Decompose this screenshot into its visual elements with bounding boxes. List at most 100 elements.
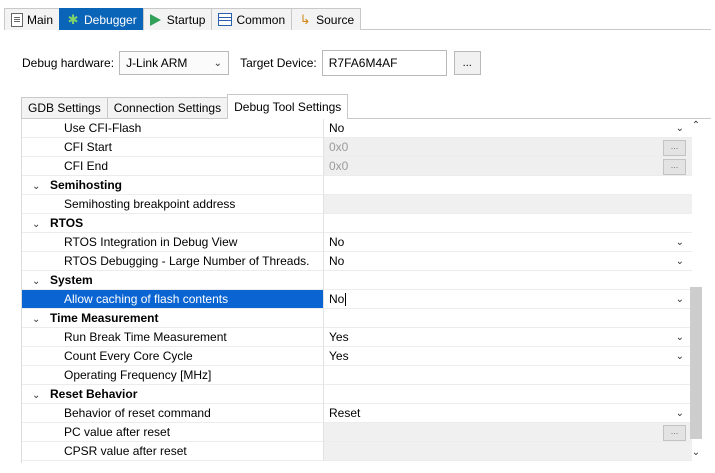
group-value-cell — [324, 385, 692, 404]
debug-hardware-row: Debug hardware: J-Link ARM ⌄ Target Devi… — [22, 50, 481, 76]
group-label: Semihosting — [50, 178, 123, 192]
scroll-up-icon[interactable]: ⌃ — [686, 120, 706, 134]
property-value[interactable] — [324, 442, 692, 461]
property-value-text: 0x0 — [329, 159, 349, 173]
startup-play-icon — [149, 13, 161, 26]
property-value[interactable]: No ⌄ — [324, 119, 692, 138]
tab-common[interactable]: Common — [211, 8, 292, 30]
property-value[interactable]: ... — [324, 423, 692, 442]
property-value-text: Reset — [329, 406, 361, 420]
chevron-down-icon[interactable]: ⌄ — [32, 310, 44, 327]
property-name: PC value after reset — [22, 423, 324, 442]
group-row[interactable]: ⌄ Reset Behavior — [22, 385, 692, 404]
property-value-text: No — [329, 121, 345, 135]
chevron-down-icon[interactable]: ⌄ — [676, 404, 684, 423]
group-label: RTOS — [50, 216, 84, 230]
property-name: Operating Frequency [MHz] — [22, 366, 324, 385]
property-value-text: No — [329, 254, 345, 268]
scroll-down-icon[interactable]: ⌄ — [686, 447, 706, 461]
chevron-down-icon[interactable]: ⌄ — [32, 177, 44, 194]
group-value-cell — [324, 176, 692, 195]
browse-button[interactable]: ... — [663, 425, 686, 441]
main-tab-icon — [11, 12, 23, 27]
property-value-text: No — [329, 235, 345, 249]
property-value[interactable] — [324, 366, 692, 385]
target-device-input[interactable] — [321, 50, 447, 76]
group-header: ⌄ Time Measurement — [22, 309, 324, 328]
chevron-down-icon[interactable]: ⌄ — [32, 215, 44, 232]
group-header: ⌄ RTOS — [22, 214, 324, 233]
group-row[interactable]: ⌄ RTOS — [22, 214, 692, 233]
property-row[interactable]: CFI Start 0x0... — [22, 138, 692, 157]
group-label: System — [50, 273, 93, 287]
launch-config-tabs: Main ✱ Debugger Startup Common ↳ Source — [4, 8, 711, 30]
group-row[interactable]: ⌄ Time Measurement — [22, 309, 692, 328]
property-value[interactable]: No ⌄ — [324, 252, 692, 271]
chevron-down-icon[interactable]: ⌄ — [676, 290, 684, 309]
chevron-down-icon[interactable]: ⌄ — [676, 328, 684, 347]
property-row[interactable]: PC value after reset... — [22, 423, 692, 442]
debug-hardware-value: J-Link ARM — [126, 56, 188, 70]
property-value[interactable]: Yes ⌄ — [324, 328, 692, 347]
chevron-down-icon[interactable]: ⌄ — [676, 119, 684, 138]
source-folder-icon: ↳ — [299, 11, 311, 27]
property-name: CPSR value after reset — [22, 442, 324, 461]
tab-debugger[interactable]: ✱ Debugger — [59, 8, 143, 30]
property-row[interactable]: Allow caching of flash contents No ⌄ — [22, 290, 692, 309]
group-value-cell — [324, 214, 692, 233]
property-row[interactable]: Use CFI-Flash No ⌄ — [22, 119, 692, 138]
property-name: CFI End — [22, 157, 324, 176]
group-label: Time Measurement — [50, 311, 159, 325]
property-row[interactable]: RTOS Integration in Debug View No ⌄ — [22, 233, 692, 252]
tab-connection-settings[interactable]: Connection Settings — [106, 97, 228, 119]
property-name: CFI Start — [22, 138, 324, 157]
tab-gdb-settings[interactable]: GDB Settings — [21, 97, 107, 119]
property-row[interactable]: Run Break Time Measurement Yes ⌄ — [22, 328, 692, 347]
property-row[interactable]: Semihosting breakpoint address — [22, 195, 692, 214]
debug-hardware-label: Debug hardware: — [22, 56, 115, 70]
tab-main[interactable]: Main — [4, 8, 60, 30]
chevron-down-icon[interactable]: ⌄ — [676, 233, 684, 252]
browse-button[interactable]: ... — [663, 159, 686, 175]
property-row[interactable]: Operating Frequency [MHz] — [22, 366, 692, 385]
property-name: RTOS Debugging - Large Number of Threads… — [22, 252, 324, 271]
property-value[interactable]: No ⌄ — [324, 290, 692, 309]
property-name: Semihosting breakpoint address — [22, 195, 324, 214]
debug-hardware-select[interactable]: J-Link ARM ⌄ — [119, 51, 230, 75]
tab-debug-tool-settings[interactable]: Debug Tool Settings — [227, 94, 349, 119]
property-value[interactable]: Yes ⌄ — [324, 347, 692, 366]
debugger-settings-tabs: GDB Settings Connection Settings Debug T… — [21, 94, 711, 119]
grid-vertical-scrollbar[interactable]: ⌃ ⌄ — [686, 119, 706, 463]
property-name: Allow caching of flash contents — [22, 290, 324, 309]
debug-tool-settings-grid: Use CFI-Flash No ⌄ CFI Start 0x0... CFI End 0x… — [21, 119, 692, 463]
tab-source[interactable]: ↳ Source — [291, 8, 362, 30]
property-row[interactable]: CFI End 0x0... — [22, 157, 692, 176]
property-row[interactable]: Count Every Core Cycle Yes ⌄ — [22, 347, 692, 366]
group-value-cell — [324, 309, 692, 328]
chevron-down-icon[interactable]: ⌄ — [676, 347, 684, 366]
property-row[interactable]: RTOS Debugging - Large Number of Threads… — [22, 252, 692, 271]
property-value-text: No — [329, 292, 345, 306]
tab-startup[interactable]: Startup — [142, 8, 212, 30]
group-header: ⌄ Reset Behavior — [22, 385, 324, 404]
property-value[interactable] — [324, 195, 692, 214]
target-device-browse-button[interactable]: ... — [453, 51, 481, 75]
scrollbar-thumb[interactable] — [690, 287, 702, 439]
group-label: Reset Behavior — [50, 387, 138, 401]
property-value[interactable]: Reset ⌄ — [324, 404, 692, 423]
property-row[interactable]: Behavior of reset command Reset ⌄ — [22, 404, 692, 423]
property-name: Behavior of reset command — [22, 404, 324, 423]
chevron-down-icon[interactable]: ⌄ — [32, 272, 44, 289]
group-row[interactable]: ⌄ Semihosting — [22, 176, 692, 195]
chevron-down-icon[interactable]: ⌄ — [676, 252, 684, 271]
group-row[interactable]: ⌄ System — [22, 271, 692, 290]
browse-button[interactable]: ... — [663, 140, 686, 156]
group-header: ⌄ System — [22, 271, 324, 290]
property-value[interactable]: No ⌄ — [324, 233, 692, 252]
property-row[interactable]: CPSR value after reset — [22, 442, 692, 461]
group-value-cell — [324, 271, 692, 290]
property-value-text: Yes — [329, 330, 349, 344]
chevron-down-icon[interactable]: ⌄ — [32, 386, 44, 403]
property-value[interactable]: 0x0... — [324, 157, 692, 176]
property-value[interactable]: 0x0... — [324, 138, 692, 157]
